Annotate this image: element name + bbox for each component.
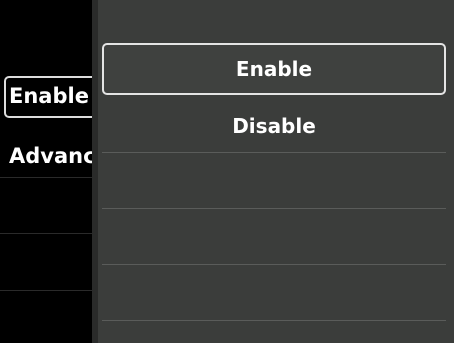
divider <box>102 208 446 209</box>
popup-edge <box>92 0 98 343</box>
option-label: Disable <box>232 114 316 138</box>
background-menu: Enable Advanced <box>0 0 125 343</box>
background-menu-item-enable[interactable]: Enable <box>0 68 100 124</box>
divider <box>102 264 446 265</box>
printer-screen: Enable Advanced Enable Disable <box>0 0 454 343</box>
background-menu-item-label: Enable <box>9 84 89 108</box>
divider <box>102 152 446 153</box>
option-enable[interactable]: Enable <box>102 43 446 95</box>
option-disable[interactable]: Disable <box>102 100 446 152</box>
divider <box>0 233 100 234</box>
option-label: Enable <box>235 57 313 81</box>
divider <box>0 290 100 291</box>
background-menu-item-advanced[interactable]: Advanced <box>0 128 125 184</box>
divider <box>102 320 446 321</box>
divider <box>0 177 100 178</box>
options-popup: Enable Disable <box>92 0 454 343</box>
